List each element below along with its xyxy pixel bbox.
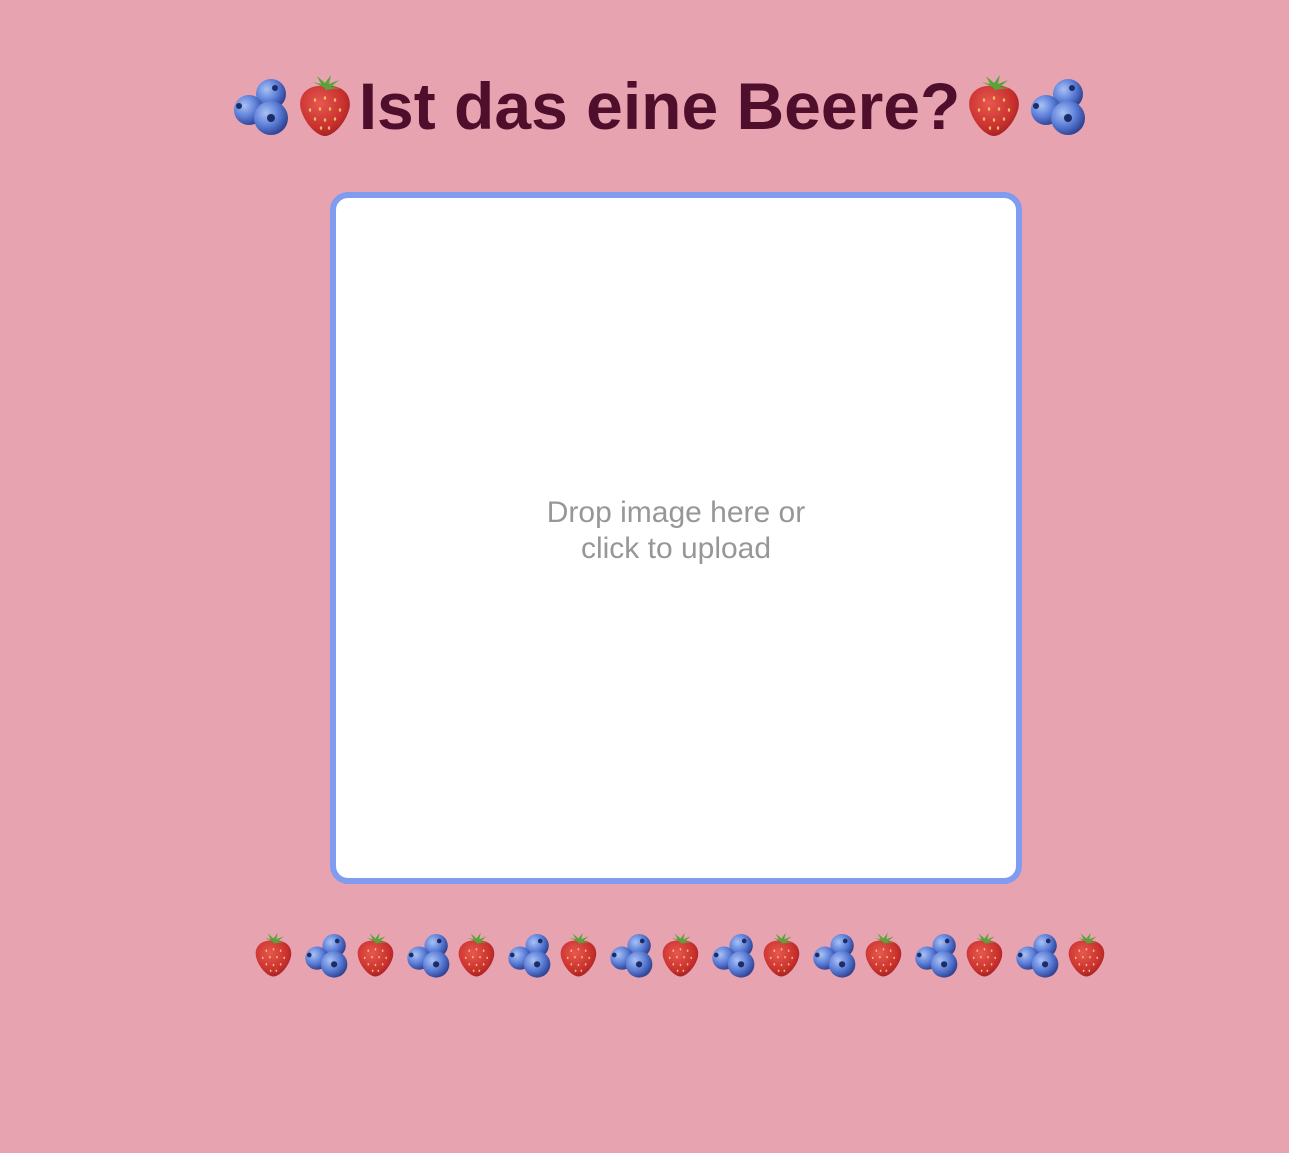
blueberry-icon	[608, 930, 655, 980]
strawberry-icon	[964, 74, 1024, 138]
strawberry-icon	[963, 930, 1006, 980]
strawberry-icon	[659, 930, 702, 980]
blueberry-icon	[506, 930, 553, 980]
strawberry-icon	[1065, 930, 1108, 980]
blueberry-icon	[811, 930, 858, 980]
page-title: Ist das eine Beere?	[358, 69, 961, 143]
blueberry-icon	[1014, 930, 1061, 980]
strawberry-icon	[557, 930, 600, 980]
blueberry-icon	[405, 930, 452, 980]
title-row: Ist das eine Beere?	[229, 66, 1091, 146]
dropzone-instructions: Drop image here or click to upload	[546, 496, 806, 565]
blueberry-icon	[231, 74, 291, 138]
strawberry-icon	[295, 74, 355, 138]
blueberry-icon	[710, 930, 757, 980]
strawberry-icon	[760, 930, 803, 980]
blueberry-icon	[913, 930, 960, 980]
berry-footer	[250, 928, 1110, 982]
strawberry-icon	[252, 930, 295, 980]
blueberry-icon	[303, 930, 350, 980]
strawberry-icon	[455, 930, 498, 980]
image-upload-dropzone[interactable]: Drop image here or click to upload	[330, 192, 1022, 884]
strawberry-icon	[354, 930, 397, 980]
strawberry-icon	[862, 930, 905, 980]
page-header: Ist das eine Beere?	[0, 66, 1289, 146]
blueberry-icon	[1028, 74, 1088, 138]
